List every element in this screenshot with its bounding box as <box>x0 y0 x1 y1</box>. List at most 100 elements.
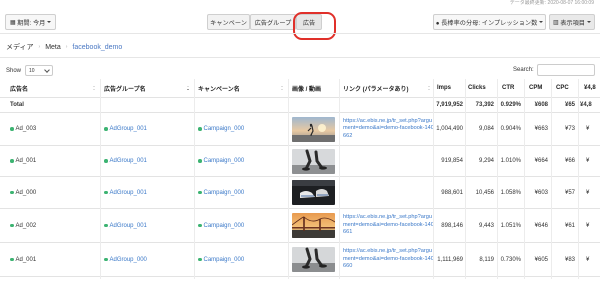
col-header-label: キャンペーン名 <box>198 86 240 93</box>
columns-icon: ▥ <box>553 19 559 26</box>
cpm-cell: ¥605 <box>534 256 548 263</box>
col-header-ad-name[interactable]: 広告名 <box>10 79 98 97</box>
campaign-name: Campaign_000 <box>203 222 245 229</box>
search-control: Search: <box>513 64 595 76</box>
col-header-cpm[interactable]: CPM <box>529 79 547 97</box>
ratio-denominator-dropdown[interactable]: ● 長棒率の分母: インプレッション数 <box>433 14 546 30</box>
ad-name-cell: Ad_001 <box>10 243 36 276</box>
show-label: Show <box>6 67 22 74</box>
display-columns-button[interactable]: ▥ 表示項目 <box>549 14 595 30</box>
caret-down-icon <box>586 21 591 23</box>
breadcrumb-separator: › <box>38 44 41 50</box>
ad-name-cell: Ad_002 <box>10 209 36 242</box>
display-columns-label: 表示項目 <box>560 19 585 27</box>
adgroup-cell[interactable]: AdGroup_001 <box>104 146 147 176</box>
col-header-label: Imps <box>437 85 452 91</box>
adgroup-name: AdGroup_001 <box>109 126 147 132</box>
period-label: 期間: 今月 <box>17 19 46 27</box>
extra-cell: ¥ <box>586 256 590 263</box>
clicks-cell: 9,443 <box>478 222 494 229</box>
ad-name: Ad_002 <box>15 222 37 229</box>
last-updated-text: データ最終更新: 2020-08-07 16:00:09 <box>509 0 594 6</box>
tab-adgroup[interactable]: 広告グループ <box>250 14 296 30</box>
status-dot-icon <box>104 159 108 163</box>
breadcrumb-account[interactable]: facebook_demo <box>72 44 122 51</box>
column-divider <box>339 79 340 279</box>
extra-cell: ¥ <box>586 189 590 196</box>
status-dot-icon <box>104 190 108 195</box>
col-header-ctr[interactable]: CTR <box>502 79 522 97</box>
tab-adgroup-label: 広告グループ <box>254 19 292 27</box>
campaign-cell[interactable]: Campaign_000 <box>198 209 244 242</box>
cpm-cell: ¥664 <box>534 158 548 164</box>
column-divider <box>433 79 434 279</box>
media-cell <box>292 146 335 176</box>
col-header-imps[interactable]: Imps <box>437 79 462 97</box>
col-header-label: CTR <box>502 85 515 91</box>
col-header-label: 広告名 <box>10 86 29 93</box>
adgroup-name: AdGroup_000 <box>109 256 147 263</box>
ad-thumbnail[interactable] <box>292 180 335 205</box>
total-extra: ¥4,8 <box>580 102 592 108</box>
cpc-cell: ¥57 <box>564 189 575 196</box>
campaign-cell[interactable]: Campaign_000 <box>198 243 244 276</box>
campaign-cell[interactable]: Campaign_000 <box>198 177 244 208</box>
total-clicks: 73,392 <box>475 102 494 108</box>
campaign-name: Campaign_000 <box>203 189 245 196</box>
clicks-cell: 10,456 <box>475 189 494 196</box>
table-row: Ad_001 AdGroup_001 Campaign_000 919,854 … <box>0 146 600 177</box>
clicks-cell: 9,294 <box>478 158 494 164</box>
total-imps: 7,919,952 <box>436 102 463 108</box>
tab-campaign-label: キャンペーン <box>210 19 247 27</box>
ad-thumbnail[interactable] <box>292 247 335 272</box>
adgroup-cell[interactable]: AdGroup_000 <box>104 243 147 276</box>
clicks-cell: 9,084 <box>478 126 494 132</box>
adgroup-cell[interactable]: AdGroup_001 <box>104 113 147 145</box>
campaign-name: Campaign_000 <box>203 256 245 263</box>
col-header-label: 広告グループ名 <box>104 86 146 93</box>
clicks-cell: 8,119 <box>479 256 494 263</box>
table-header-row: 広告名 広告グループ名 キャンペーン名 画像 / 動画 リンク (パラメータあり… <box>0 79 600 98</box>
table-row: Ad_001 AdGroup_000 Campaign_000 https://… <box>0 243 600 277</box>
sort-icon <box>281 86 284 90</box>
status-dot-icon <box>10 223 14 228</box>
cpc-cell: ¥83 <box>564 256 575 263</box>
cpm-cell: ¥663 <box>534 126 548 132</box>
adgroup-cell[interactable]: AdGroup_001 <box>104 209 147 242</box>
calendar-icon: ▦ <box>10 19 16 26</box>
col-header-media[interactable]: 画像 / 動画 <box>292 79 336 97</box>
ad-thumbnail[interactable] <box>292 213 335 238</box>
breadcrumb-media[interactable]: メディア <box>6 42 34 52</box>
breadcrumb-platform[interactable]: Meta <box>45 44 61 51</box>
ad-thumbnail[interactable] <box>292 116 335 142</box>
page-length-select[interactable]: 10 <box>25 65 54 76</box>
tab-campaign[interactable]: キャンペーン <box>207 14 250 30</box>
adgroup-cell[interactable]: AdGroup_001 <box>104 177 147 208</box>
col-header-adgroup-name[interactable]: 広告グループ名 <box>104 79 192 97</box>
ad-thumbnail[interactable] <box>292 148 335 174</box>
campaign-cell[interactable]: Campaign_000 <box>198 146 244 176</box>
col-header-extra[interactable]: ¥4,8 <box>584 79 600 97</box>
ctr-cell: 1.051% <box>500 222 521 229</box>
col-header-campaign-name[interactable]: キャンペーン名 <box>198 79 286 97</box>
campaign-name: Campaign_000 <box>203 158 245 164</box>
table-row: Ad_000 AdGroup_001 Campaign_000 988,601 … <box>0 177 600 209</box>
ctr-cell: 1.010% <box>500 158 521 164</box>
search-input[interactable] <box>536 64 595 76</box>
col-header-label: 画像 / 動画 <box>292 86 322 93</box>
adgroup-name: AdGroup_001 <box>109 158 147 164</box>
col-header-link[interactable]: リンク (パラメータあり) <box>343 79 433 97</box>
column-divider <box>497 79 498 279</box>
col-header-label: Clicks <box>468 85 486 91</box>
status-dot-icon <box>10 159 14 163</box>
column-divider <box>288 79 289 279</box>
period-dropdown[interactable]: ▦ 期間: 今月 <box>5 14 57 30</box>
extra-cell: ¥ <box>586 126 590 132</box>
top-toolbar: ▦ 期間: 今月 キャンペーン 広告グループ 広告 ● 長棒率の分母: インプレ… <box>0 12 600 40</box>
col-header-clicks[interactable]: Clicks <box>468 79 495 97</box>
col-header-cpc[interactable]: CPC <box>556 79 574 97</box>
status-dot-icon <box>10 257 14 262</box>
campaign-cell[interactable]: Campaign_000 <box>198 113 244 145</box>
status-dot-icon <box>198 159 202 163</box>
ad-name-cell: Ad_003 <box>10 113 36 145</box>
